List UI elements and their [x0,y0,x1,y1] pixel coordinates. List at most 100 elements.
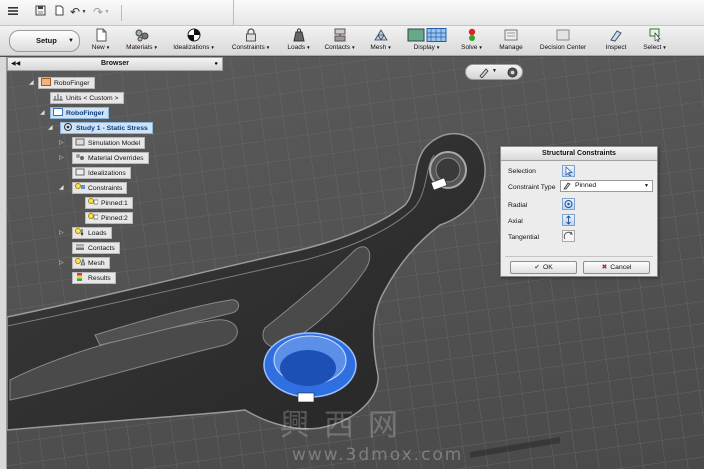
decision-center-button[interactable]: Decision Center [535,28,591,54]
pin-constraint-icon [563,182,572,190]
tree-node-study[interactable]: Study 1 - Static Stress [60,122,153,134]
chevron-down-icon: ▼ [644,183,649,189]
tree-node-robofinger-root[interactable]: RoboFinger [38,77,95,89]
idealizations-label: Idealizations▼ [173,44,215,51]
dialog-title: Structural Constraints [501,147,657,161]
materials-icon [134,28,150,42]
tree-expand-icon[interactable]: ▷ [59,258,64,268]
axial-icon [566,215,571,225]
cancel-button[interactable]: ✖ Cancel [583,261,650,274]
panel-close-icon[interactable]: ● [214,58,218,70]
open-file-icon[interactable] [54,5,68,19]
tree-node-label: Results [88,275,111,282]
lock-icon [243,28,259,42]
display-button[interactable]: Display▼ [404,28,450,54]
idealizations-button[interactable]: Idealizations▼ [170,28,218,54]
tree-node-units[interactable]: Units < Custom > [50,92,124,104]
tree-node-label: Study 1 - Static Stress [76,125,148,132]
tree-node-contacts[interactable]: Contacts [72,242,120,254]
tree-collapse-icon[interactable]: ◢ [59,183,64,193]
constraint-type-select[interactable]: Pinned ▼ [560,180,653,192]
lightbulb-constraints-icon [75,183,85,191]
dialog-separator [505,256,653,257]
constraint-type-label: Constraint Type [508,184,556,191]
study-target-icon [63,123,73,131]
tree-expand-icon[interactable]: ▷ [59,228,64,238]
tree-node-robofinger-component[interactable]: RoboFinger [50,107,110,119]
contacts-icon [75,243,85,251]
chevron-down-icon: ▼ [351,45,356,50]
loads-button[interactable]: Loads▼ [284,28,314,54]
tree-node-results[interactable]: Results [72,272,116,284]
tree-node-idealizations[interactable]: Idealizations [72,167,131,179]
tree-expand-icon[interactable]: ▷ [59,138,64,148]
tree-node-label: Loads [88,230,107,237]
mesh-button[interactable]: Mesh▼ [367,28,395,54]
redo-dropdown-icon[interactable]: ▼ [104,5,110,19]
selection-picker-button[interactable] [562,165,575,177]
tree-node-mesh[interactable]: Mesh [72,257,110,269]
decision-center-label: Decision Center [539,44,587,51]
lightbulb-loads-icon [75,228,85,237]
results-icon [75,273,85,281]
visual-style-icon[interactable] [478,67,490,79]
tree-node-pinned-1[interactable]: Pinned:1 [85,197,133,209]
select-label: Select▼ [643,44,667,51]
view-settings-gear-icon[interactable] [506,66,519,79]
tree-node-material-overrides[interactable]: Material Overrides [72,152,149,164]
tree-collapse-icon[interactable]: ◢ [40,108,45,118]
chevron-down-icon: ▼ [435,45,441,50]
collapse-panel-icon[interactable]: ◀◀ [11,58,20,70]
browser-title: Browser [100,60,129,67]
new-button[interactable]: New▼ [88,28,114,54]
watermark-chinese: 興西网 [280,408,412,443]
save-icon[interactable] [35,5,49,19]
title-tab-edge [233,0,234,26]
decision-center-icon [555,28,571,42]
tree-node-label: RoboFinger [54,80,90,87]
tree-node-label: Idealizations [88,170,126,177]
tree-node-label: Pinned:2 [101,215,128,222]
tree-collapse-icon[interactable]: ◢ [48,123,53,133]
component-icon [53,108,63,116]
inspect-button[interactable]: Inspect [600,28,632,54]
setup-workspace-button[interactable]: Setup ▼ [9,30,80,52]
materials-button[interactable]: Materials▼ [123,28,161,54]
tree-collapse-icon[interactable]: ◢ [29,78,34,88]
solve-button[interactable]: Solve▼ [458,28,486,54]
cancel-label: Cancel [610,264,632,271]
radial-icon [564,200,573,208]
contacts-icon [332,28,348,42]
manage-label: Manage [499,44,523,51]
contacts-label: Contacts▼ [324,44,356,51]
manage-button[interactable]: Manage [495,28,527,54]
tree-node-simulation-model[interactable]: Simulation Model [72,137,146,149]
redo-icon[interactable]: ↷ [91,5,105,19]
tree-node-loads[interactable]: Loads [72,227,112,239]
undo-icon[interactable]: ↶ [68,5,82,19]
undo-dropdown-icon[interactable]: ▼ [81,5,87,19]
select-button[interactable]: Select▼ [640,28,670,54]
tree-node-pinned-2[interactable]: Pinned:2 [85,212,133,224]
tree-expand-icon[interactable]: ▷ [59,153,64,163]
view-tools-bar: ▼ [465,64,523,80]
manage-icon [503,28,519,42]
tangential-toggle[interactable] [562,230,575,242]
axial-toggle[interactable] [562,214,575,226]
tree-node-constraints[interactable]: Constraints [72,182,128,194]
idealizations-icon [75,168,85,176]
tree-node-label: Mesh [88,260,105,267]
new-label: New▼ [91,44,111,51]
ok-button[interactable]: ✔ OK [510,261,577,274]
tree-node-label: Simulation Model [88,140,141,147]
radial-toggle[interactable] [562,198,575,210]
inspect-icon [608,28,624,42]
browser-panel-header[interactable]: ◀◀ Browser ● [7,57,223,71]
constraints-button[interactable]: Constraints▼ [228,28,274,54]
tree-node-label: Material Overrides [88,155,144,162]
contacts-button[interactable]: Contacts▼ [321,28,359,54]
select-cursor-icon [647,28,663,43]
visual-style-dropdown-icon[interactable]: ▼ [492,68,497,74]
app-menu-icon[interactable] [7,5,21,19]
solve-label: Solve▼ [461,44,483,51]
